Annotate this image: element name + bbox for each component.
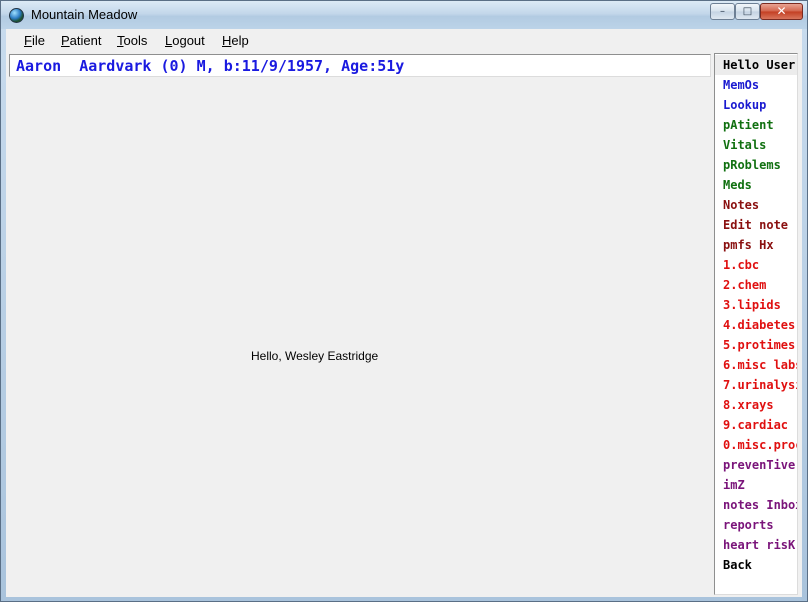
nav-item-2-chem[interactable]: 2.chem	[715, 275, 797, 295]
nav-item-notes-inbox[interactable]: notes Inbox	[715, 495, 797, 515]
patient-header-box: Aaron Aardvark (0) M, b:11/9/1957, Age:5…	[9, 54, 711, 77]
nav-item-reports[interactable]: reports	[715, 515, 797, 535]
nav-item-memos[interactable]: MemOs	[715, 75, 797, 95]
nav-item-problems[interactable]: pRoblems	[715, 155, 797, 175]
nav-item-back[interactable]: Back	[715, 555, 797, 575]
nav-sidebar: Hello User MemOs Lookup pAtient Vitals pRoble…	[714, 53, 798, 595]
nav-item-9-cardiac[interactable]: 9.cardiac	[715, 415, 797, 435]
maximize-button[interactable]: □	[735, 3, 760, 20]
nav-item-patient[interactable]: pAtient	[715, 115, 797, 135]
greeting-text: Hello, Wesley Eastridge	[251, 349, 379, 363]
nav-item-7-urinalysis[interactable]: 7.urinalysis	[715, 375, 797, 395]
nav-item-preventive[interactable]: prevenTive	[715, 455, 797, 475]
nav-item-edit-note[interactable]: Edit note	[715, 215, 797, 235]
nav-item-lookup[interactable]: Lookup	[715, 95, 797, 115]
nav-item-8-xrays[interactable]: 8.xrays	[715, 395, 797, 415]
main-panel: Hello, Wesley Eastridge	[9, 79, 711, 595]
nav-item-6-misc-labs[interactable]: 6.misc labs	[715, 355, 797, 375]
title-bar[interactable]: Mountain Meadow – □ ✕	[1, 1, 807, 29]
window-title: Mountain Meadow	[31, 7, 138, 22]
nav-item-imz[interactable]: imZ	[715, 475, 797, 495]
minimize-button[interactable]: –	[710, 3, 735, 20]
menu-patient-label: atient	[69, 33, 102, 48]
nav-item-3-lipids[interactable]: 3.lipids	[715, 295, 797, 315]
nav-item-meds[interactable]: Meds	[715, 175, 797, 195]
app-window: Mountain Meadow – □ ✕ File Patient Tools…	[0, 0, 808, 602]
menu-patient-mnemonic: P	[61, 33, 70, 48]
nav-item-5-protimes[interactable]: 5.protimes	[715, 335, 797, 355]
menu-bar: File Patient Tools Logout Help	[6, 29, 802, 51]
menu-file-mnemonic: F	[24, 33, 32, 48]
client-area: File Patient Tools Logout Help Aaron Aar…	[6, 29, 802, 597]
menu-file[interactable]: File	[24, 33, 45, 48]
nav-item-heart-risk[interactable]: heart risK	[715, 535, 797, 555]
menu-file-label: ile	[31, 33, 45, 48]
nav-item-0-misc-procs[interactable]: 0.misc.procs	[715, 435, 797, 455]
nav-item-pmfs-hx[interactable]: pmfs Hx	[715, 235, 797, 255]
menu-help-mnemonic: H	[222, 33, 232, 48]
close-button[interactable]: ✕	[760, 3, 803, 20]
menu-patient[interactable]: Patient	[61, 33, 101, 48]
menu-help[interactable]: Help	[222, 33, 249, 48]
nav-item-notes[interactable]: Notes	[715, 195, 797, 215]
nav-item-4-diabetes[interactable]: 4.diabetes	[715, 315, 797, 335]
menu-tools[interactable]: Tools	[117, 33, 147, 48]
menu-logout-label: ogout	[172, 33, 205, 48]
nav-item-hello-user[interactable]: Hello User	[715, 55, 797, 75]
menu-logout[interactable]: Logout	[165, 33, 205, 48]
nav-item-1-cbc[interactable]: 1.cbc	[715, 255, 797, 275]
nav-item-vitals[interactable]: Vitals	[715, 135, 797, 155]
globe-icon	[9, 8, 24, 23]
menu-tools-label: ools	[123, 33, 148, 48]
menu-help-label: elp	[231, 33, 249, 48]
patient-header: Aaron Aardvark (0) M, b:11/9/1957, Age:5…	[16, 57, 405, 75]
